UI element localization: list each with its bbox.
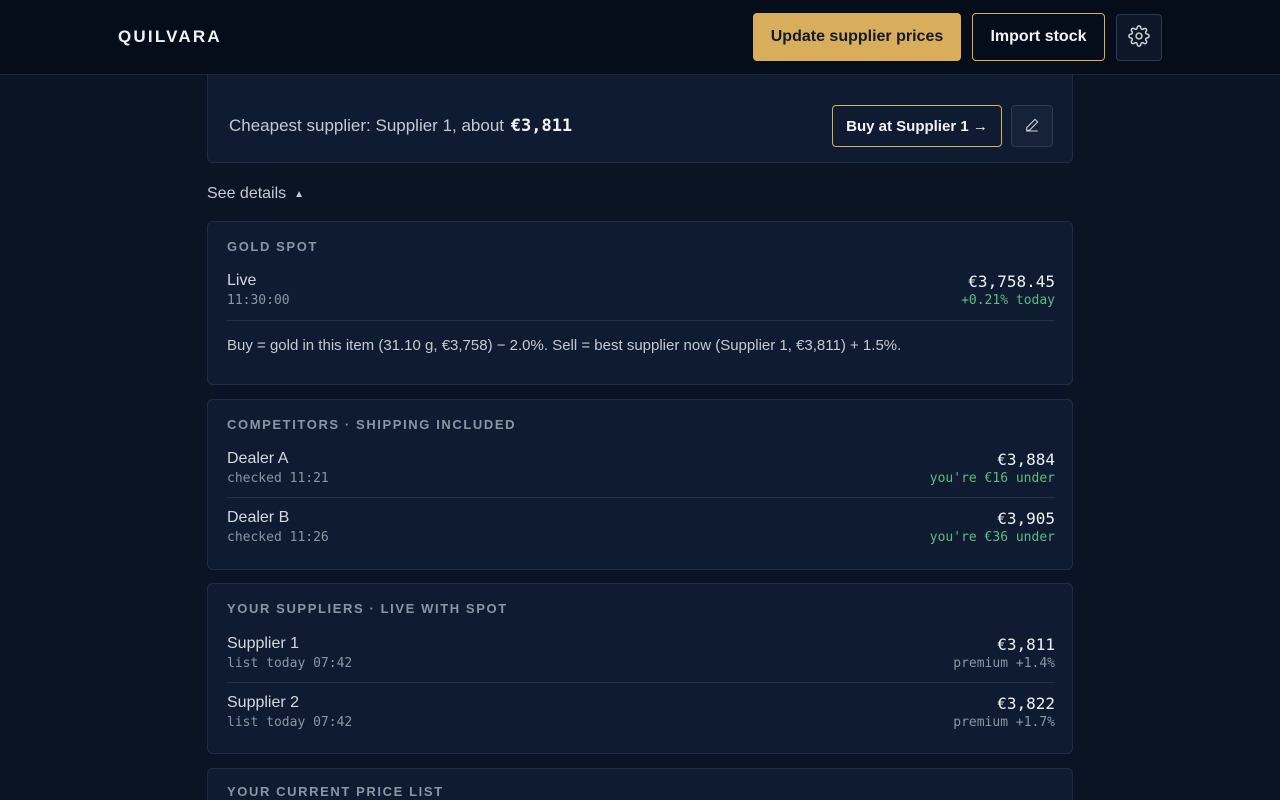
divider [227, 320, 1055, 321]
competitor-checked-time: checked 11:21 [227, 471, 329, 486]
supplier-premium: premium +1.4% [953, 656, 1055, 671]
cheapest-supplier-text: Cheapest supplier: Supplier 1, about €3,… [229, 116, 572, 136]
divider [227, 682, 1055, 683]
cheapest-supplier-label: Cheapest supplier: Supplier 1, about [229, 116, 505, 135]
price-list-card: YOUR CURRENT PRICE LIST [207, 768, 1073, 800]
update-supplier-prices-button[interactable]: Update supplier prices [753, 13, 961, 61]
gold-spot-price: €3,758.45 [968, 272, 1055, 291]
pencil-icon [1024, 117, 1040, 136]
caret-up-icon: ▲ [294, 188, 305, 200]
competitors-title: COMPETITORS · SHIPPING INCLUDED [227, 417, 517, 432]
supplier-list-time: list today 07:42 [227, 715, 353, 730]
supplier-list-time: list today 07:42 [227, 656, 353, 671]
edit-button[interactable] [1011, 105, 1053, 147]
competitor-difference: you're €16 under [929, 471, 1055, 486]
competitor-price: €3,905 [997, 509, 1055, 528]
divider [227, 497, 1055, 498]
top-bar: QUILVARA Update supplier prices Import s… [0, 0, 1280, 75]
list-item: Dealer A checked 11:21 €3,884 you're €16… [227, 450, 1055, 509]
gold-spot-name: Live [227, 272, 257, 289]
buy-at-supplier-button[interactable]: Buy at Supplier 1 → [832, 105, 1002, 147]
brand-logo[interactable]: QUILVARA [118, 27, 222, 47]
list-item: Supplier 2 list today 07:42 €3,822 premi… [227, 694, 1055, 753]
see-details-toggle[interactable]: See details ▲ [207, 185, 304, 203]
gold-spot-change: +0.21% today [961, 293, 1055, 308]
competitor-checked-time: checked 11:26 [227, 530, 329, 545]
supplier-price: €3,822 [997, 694, 1055, 713]
see-details-label: See details [207, 185, 287, 202]
supplier-name: Supplier 2 [227, 694, 300, 711]
settings-button[interactable] [1116, 14, 1162, 61]
competitor-name: Dealer B [227, 509, 290, 526]
pricing-rule-note: Buy = gold in this item (31.10 g, €3,758… [227, 337, 902, 354]
gold-spot-row: Live 11:30:00 €3,758.45 +0.21% today [227, 272, 1055, 331]
competitors-card: COMPETITORS · SHIPPING INCLUDED Dealer A… [207, 399, 1073, 570]
gear-icon [1128, 25, 1150, 50]
price-list-title: YOUR CURRENT PRICE LIST [227, 784, 444, 799]
import-stock-button[interactable]: Import stock [972, 13, 1105, 61]
suppliers-card: YOUR SUPPLIERS · LIVE WITH SPOT Supplier… [207, 583, 1073, 754]
list-item: Dealer B checked 11:26 €3,905 you're €36… [227, 509, 1055, 568]
suppliers-title: YOUR SUPPLIERS · LIVE WITH SPOT [227, 601, 508, 616]
supplier-premium: premium +1.7% [953, 715, 1055, 730]
cheapest-supplier-card: Cheapest supplier: Supplier 1, about €3,… [207, 60, 1073, 163]
gold-spot-card: GOLD SPOT Live 11:30:00 €3,758.45 +0.21%… [207, 221, 1073, 385]
competitor-name: Dealer A [227, 450, 289, 467]
supplier-name: Supplier 1 [227, 635, 300, 652]
gold-spot-title: GOLD SPOT [227, 239, 318, 254]
competitor-price: €3,884 [997, 450, 1055, 469]
gold-spot-time: 11:30:00 [227, 293, 290, 308]
supplier-price: €3,811 [997, 635, 1055, 654]
list-item: Supplier 1 list today 07:42 €3,811 premi… [227, 635, 1055, 694]
cheapest-supplier-amount: €3,811 [510, 116, 573, 136]
competitor-difference: you're €36 under [929, 530, 1055, 545]
